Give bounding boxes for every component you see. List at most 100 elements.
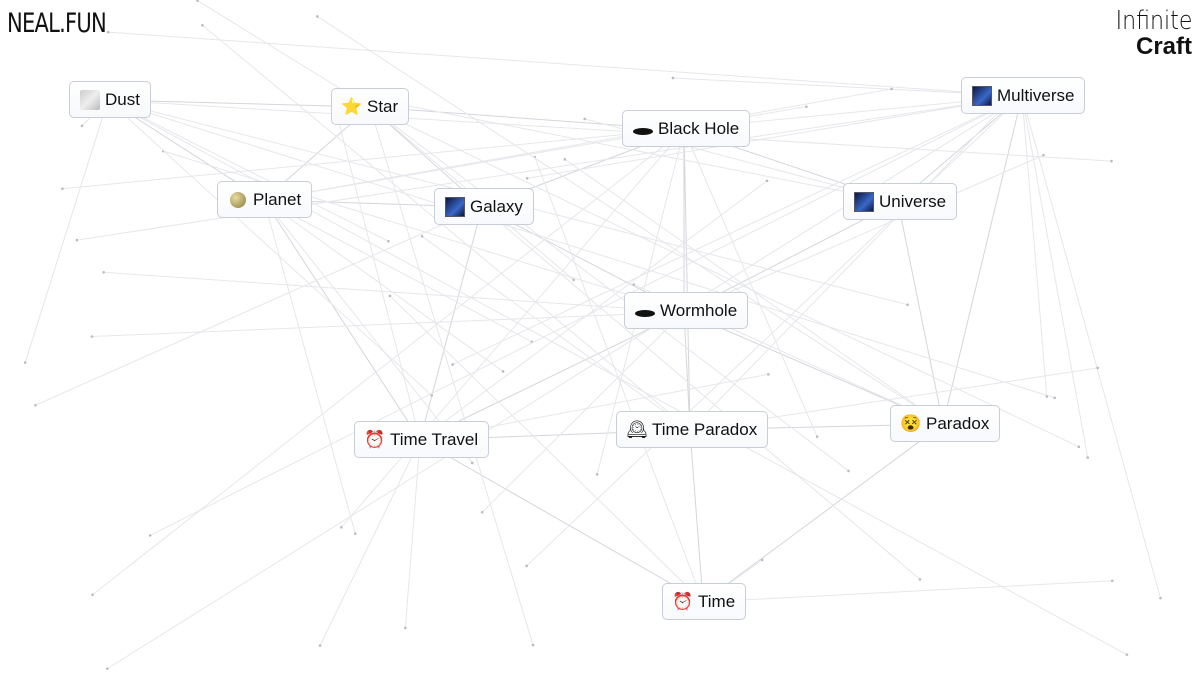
connection-line: [202, 24, 691, 431]
element-galaxy[interactable]: Galaxy: [434, 188, 534, 225]
connection-dot: [765, 179, 769, 183]
element-label: Multiverse: [997, 85, 1075, 105]
element-label: Time Paradox: [652, 419, 758, 439]
element-label: Star: [367, 96, 399, 116]
alarm-clock-icon: ⏰: [672, 592, 694, 611]
connection-line: [319, 439, 421, 646]
connection-line: [689, 429, 704, 603]
connection-line: [702, 423, 944, 603]
connection-dot: [918, 578, 922, 581]
element-label: Time: [698, 591, 736, 611]
neal-fun-logo[interactable]: NEAL.FUN: [7, 8, 107, 39]
connection-line: [1021, 95, 1089, 458]
connection-dot: [595, 473, 599, 476]
element-label: Universe: [879, 191, 947, 211]
connection-line: [404, 439, 421, 628]
connection-dot: [1042, 153, 1045, 157]
connection-dot: [90, 335, 94, 338]
connection-line: [534, 156, 704, 603]
connection-dot: [671, 76, 675, 80]
connection-dot: [102, 270, 105, 274]
connection-dot: [340, 526, 343, 529]
connection-line: [263, 199, 421, 441]
element-black-hole[interactable]: Black Hole: [622, 110, 751, 147]
connection-dot: [75, 238, 79, 242]
connection-dot: [760, 558, 764, 562]
connection-line: [683, 129, 691, 431]
connection-line: [897, 201, 944, 425]
connection-dot: [91, 593, 94, 597]
connection-dot: [525, 176, 529, 180]
planet-icon: [228, 190, 248, 210]
connection-line: [35, 206, 483, 406]
connection-dot: [1077, 445, 1081, 449]
element-star[interactable]: ⭐ Star: [331, 88, 410, 125]
element-time[interactable]: ⏰ Time: [662, 583, 747, 620]
title-line-2: Craft: [1135, 33, 1192, 60]
element-label: Planet: [253, 189, 302, 209]
connection-dot: [1125, 653, 1129, 656]
connection-dot: [61, 187, 64, 191]
connection-dot: [805, 105, 808, 108]
star-icon: ⭐: [341, 97, 363, 116]
connection-line: [103, 271, 685, 313]
element-dust[interactable]: Dust: [69, 81, 151, 118]
galaxy-icon: [445, 196, 465, 217]
connection-dot: [1086, 456, 1089, 459]
connection-line: [108, 31, 1023, 97]
hole-icon: [635, 301, 655, 321]
connection-dot: [906, 303, 909, 306]
mantel-clock-icon: 🕰: [626, 420, 648, 439]
black-hole-icon: [633, 119, 653, 139]
connection-line: [369, 106, 1079, 448]
connection-line: [163, 150, 685, 313]
element-time-travel[interactable]: ⏰ Time Travel: [354, 421, 490, 458]
connection-dot: [767, 373, 770, 376]
dust-icon: [80, 89, 100, 110]
element-label: Black Hole: [658, 118, 740, 138]
connection-dot: [148, 534, 152, 537]
alarm-clock-icon: ⏰: [364, 430, 386, 449]
connection-dot: [316, 15, 319, 18]
connection-dot: [201, 23, 204, 27]
connection-dot: [563, 158, 567, 161]
connection-dot: [470, 461, 474, 465]
element-wormhole[interactable]: Wormhole: [624, 292, 749, 329]
connection-line: [62, 95, 1023, 190]
element-paradox[interactable]: 😵 Paradox: [890, 405, 1001, 442]
element-planet[interactable]: Planet: [217, 181, 313, 218]
element-label: Galaxy: [470, 196, 523, 216]
connection-dot: [388, 294, 392, 298]
connection-dot: [404, 626, 407, 630]
connection-line: [683, 154, 1044, 313]
element-label: Dust: [105, 89, 140, 109]
element-label: Wormhole: [660, 300, 738, 320]
connection-line: [317, 16, 944, 425]
element-time-paradox[interactable]: 🕰 Time Paradox: [616, 411, 769, 448]
connection-line: [336, 114, 421, 441]
element-universe[interactable]: Universe: [843, 183, 958, 220]
dizzy-face-icon: 😵: [900, 414, 922, 433]
connection-dot: [890, 87, 893, 91]
connection-dot: [387, 240, 390, 243]
connection-dot: [1053, 396, 1056, 400]
connection-dot: [318, 644, 322, 647]
connection-dot: [1110, 579, 1114, 583]
connection-dot: [23, 361, 27, 364]
element-label: Paradox: [926, 413, 990, 433]
connection-dot: [106, 30, 110, 34]
connection-line: [702, 580, 1113, 603]
connection-dot: [632, 283, 636, 286]
connection-dot: [480, 510, 484, 514]
galaxy-icon: [854, 191, 874, 212]
connection-dot: [420, 234, 424, 238]
connection-dot: [815, 435, 819, 438]
element-multiverse[interactable]: Multiverse: [961, 77, 1086, 114]
connection-dot: [1110, 159, 1113, 163]
infinite-craft-logo: Infinite Craft: [1102, 8, 1192, 60]
title-line-1: Infinite: [1115, 6, 1192, 36]
connection-line: [92, 129, 685, 596]
connection-dot: [847, 469, 850, 473]
connection-dot: [1096, 366, 1100, 370]
connection-dot: [353, 532, 357, 535]
